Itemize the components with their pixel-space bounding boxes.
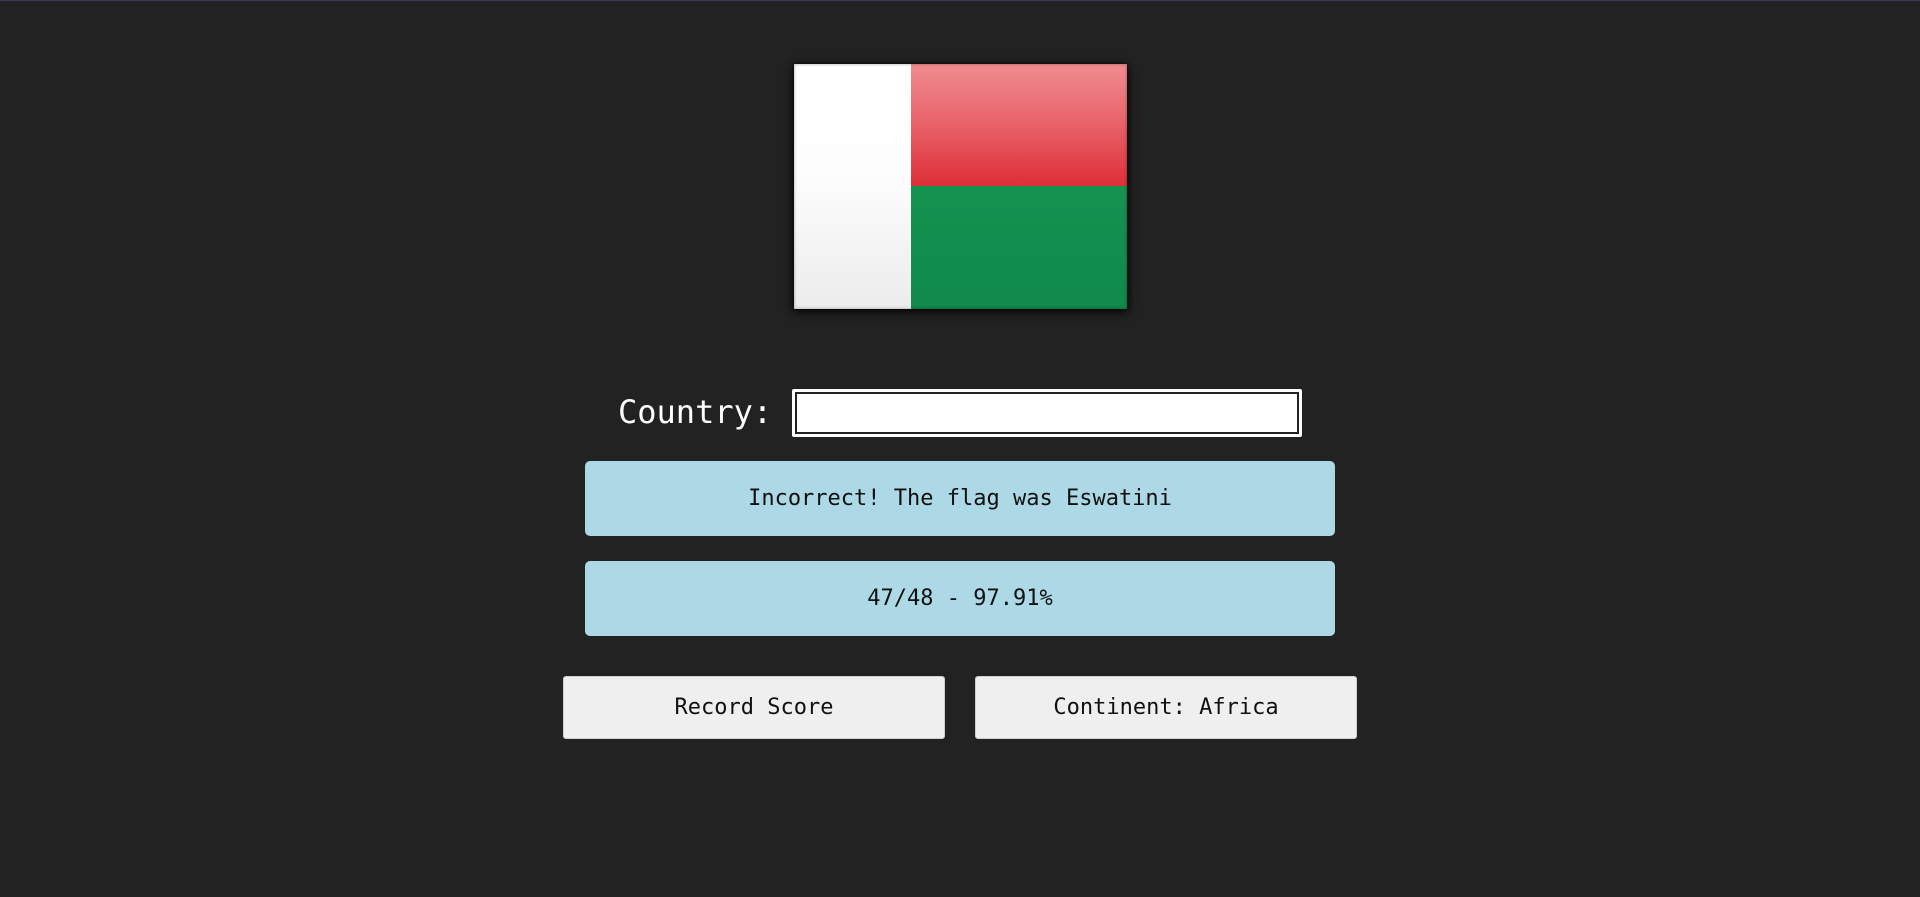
record-score-button[interactable]: Record Score xyxy=(563,676,945,739)
country-input[interactable] xyxy=(792,389,1302,437)
feedback-box: Incorrect! The flag was Eswatini xyxy=(585,461,1335,536)
feedback-text: Incorrect! The flag was Eswatini xyxy=(748,486,1172,511)
flag-gloss xyxy=(794,64,1127,309)
country-label: Country: xyxy=(618,393,773,431)
score-text: 47/48 - 97.91% xyxy=(867,586,1053,611)
score-box: 47/48 - 97.91% xyxy=(585,561,1335,636)
flag-image xyxy=(794,64,1127,309)
top-border xyxy=(0,0,1920,1)
continent-button[interactable]: Continent: Africa xyxy=(975,676,1357,739)
